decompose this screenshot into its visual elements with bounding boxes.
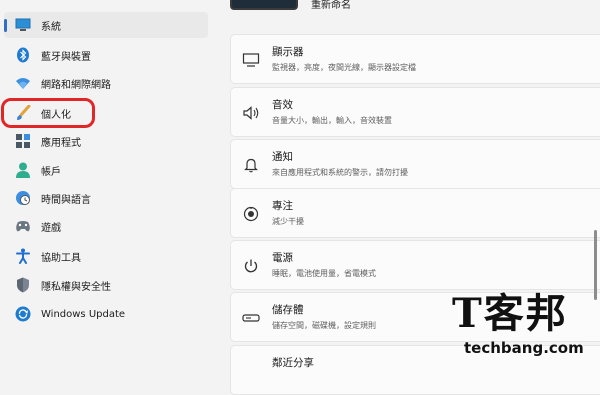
selection-indicator	[4, 19, 7, 32]
gamepad-icon	[14, 217, 32, 235]
bell-icon	[241, 155, 261, 175]
sidebar-item-accounts[interactable]: 帳戶	[4, 157, 208, 183]
card-title: 音效	[272, 99, 293, 111]
card-title: 電源	[272, 252, 293, 264]
person-icon	[14, 161, 32, 179]
sidebar-item-label: 隱私權與安全性	[41, 281, 111, 293]
card-subtitle: 來自應用程式和系統的警示，請勿打擾	[272, 168, 408, 177]
display-icon	[241, 50, 261, 70]
sidebar-item-label: 網路和網際網路	[41, 79, 111, 91]
accessibility-icon	[14, 247, 32, 265]
sidebar-item-time-language[interactable]: 時間與語言	[4, 185, 208, 211]
watermark: T客邦 techbang.com	[452, 292, 600, 362]
sidebar-item-windows-update[interactable]: Windows Update	[4, 301, 208, 327]
sidebar-item-label: 應用程式	[41, 137, 81, 149]
settings-sidebar: 系統 藍牙與裝置 網路和網際網路 個人化 應用程式 帳戶 時間與語言 遊戲 協助…	[0, 0, 222, 362]
card-title: 通知	[272, 151, 293, 163]
sidebar-item-label: 系統	[41, 21, 61, 33]
rename-link[interactable]: 重新命名	[311, 0, 351, 11]
card-title: 儲存體	[272, 304, 304, 316]
card-power[interactable]: 電源 睡眠，電池使用量，省電模式	[230, 240, 600, 290]
share-icon	[241, 361, 261, 381]
power-icon	[241, 256, 261, 276]
scrollbar-thumb[interactable]	[594, 230, 597, 300]
sidebar-item-privacy[interactable]: 隱私權與安全性	[4, 272, 208, 298]
card-title: 顯示器	[272, 46, 304, 58]
focus-icon	[241, 204, 261, 224]
card-title: 專注	[272, 200, 293, 212]
sidebar-item-accessibility[interactable]: 協助工具	[4, 243, 208, 269]
card-sound[interactable]: 音效 音量大小，輸出，輸入，音效裝置	[230, 87, 600, 137]
watermark-logo: T客邦	[452, 290, 568, 337]
sidebar-item-label: 時間與語言	[41, 194, 91, 206]
device-thumbnail	[230, 0, 298, 10]
sidebar-item-label: 藍牙與裝置	[41, 51, 91, 63]
sidebar-item-label: 帳戶	[41, 166, 61, 178]
card-title: 鄰近分享	[272, 357, 314, 369]
card-focus[interactable]: 專注 減少干擾	[230, 188, 600, 238]
card-subtitle: 儲存空間，磁碟機，設定規則	[272, 321, 376, 330]
update-icon	[14, 305, 32, 323]
card-notifications[interactable]: 通知 來自應用程式和系統的警示，請勿打擾	[230, 139, 600, 189]
card-subtitle: 監視器，亮度，夜間光線，顯示器設定檔	[272, 63, 416, 72]
monitor-icon	[14, 16, 32, 34]
apps-icon	[14, 132, 32, 150]
shield-icon	[14, 276, 32, 294]
sidebar-item-gaming[interactable]: 遊戲	[4, 213, 208, 239]
sidebar-item-bluetooth[interactable]: 藍牙與裝置	[4, 42, 208, 68]
speaker-icon	[241, 103, 261, 123]
highlight-annotation	[1, 98, 95, 128]
sidebar-item-apps[interactable]: 應用程式	[4, 128, 208, 154]
sidebar-item-label: 遊戲	[41, 222, 61, 234]
sidebar-item-label: 協助工具	[41, 252, 81, 264]
bluetooth-icon	[14, 46, 32, 64]
sidebar-item-system[interactable]: 系統	[4, 12, 208, 38]
card-subtitle: 音量大小，輸出，輸入，音效裝置	[272, 116, 392, 125]
card-subtitle: 減少干擾	[272, 217, 304, 226]
sidebar-item-label: Windows Update	[41, 308, 126, 320]
card-display[interactable]: 顯示器 監視器，亮度，夜間光線，顯示器設定檔	[230, 34, 600, 84]
sidebar-item-network[interactable]: 網路和網際網路	[4, 70, 208, 96]
watermark-url: techbang.com	[464, 339, 584, 357]
wifi-icon	[14, 74, 32, 92]
clock-globe-icon	[14, 189, 32, 207]
storage-icon	[241, 308, 261, 328]
card-subtitle: 睡眠，電池使用量，省電模式	[272, 269, 376, 278]
